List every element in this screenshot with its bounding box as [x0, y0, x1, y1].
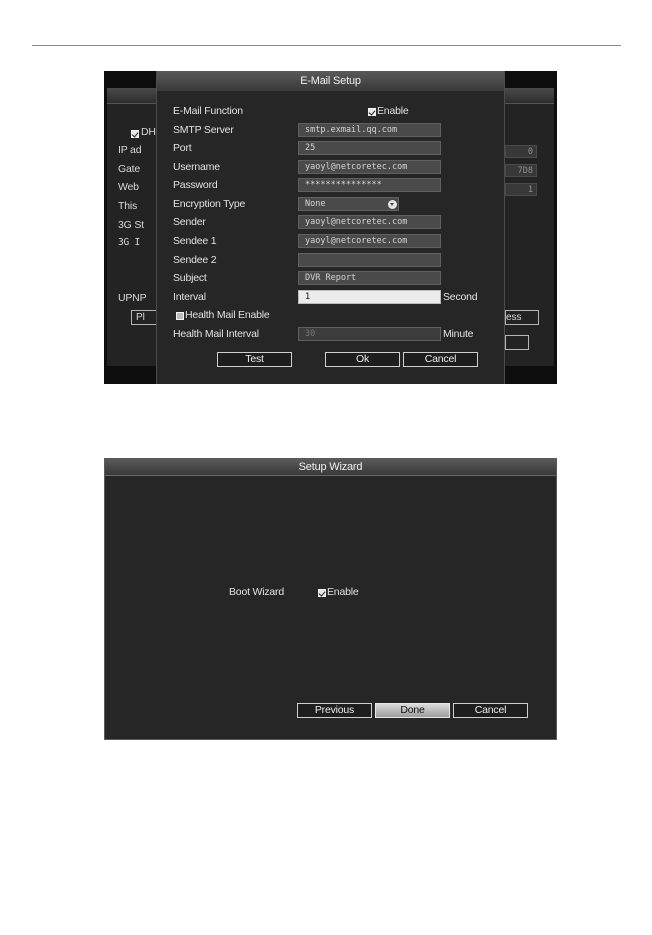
subject-label: Subject [173, 272, 207, 284]
ip-address-field[interactable]: 0 [505, 145, 537, 158]
upnp-label: UPNP [118, 292, 147, 304]
interval-unit: Second [443, 291, 478, 303]
health-mail-enable-label: Health Mail Enable [185, 309, 270, 321]
encryption-type-value: None [305, 199, 326, 209]
email-function-enable-label: Enable [377, 105, 409, 117]
subject-input[interactable]: DVR Report [298, 271, 441, 285]
wizard-cancel-button[interactable]: Cancel [453, 703, 528, 718]
interval-input[interactable]: 1 [298, 290, 441, 304]
web-port-field[interactable]: 1 [505, 183, 537, 196]
page-header-rule [32, 45, 621, 46]
encryption-type-label: Encryption Type [173, 198, 246, 210]
health-mail-interval-input[interactable]: 30 [298, 327, 441, 341]
email-setup-title: E-Mail Setup [157, 71, 504, 91]
gateway-label: Gate [118, 163, 140, 175]
boot-wizard-enable-label: Enable [327, 586, 359, 598]
sendee-2-label: Sendee 2 [173, 254, 217, 266]
3g-ip-label: 3G I [118, 237, 141, 248]
setup-wizard-title: Setup Wizard [105, 459, 556, 476]
port-input[interactable]: 25 [298, 141, 441, 155]
address-button-label: ess [506, 312, 522, 323]
web-port-label: Web [118, 181, 139, 193]
boot-wizard-checkbox[interactable] [318, 589, 326, 597]
password-label: Password [173, 179, 218, 191]
setup-wizard-window: Setup Wizard Boot Wizard Enable Previous… [104, 458, 557, 740]
3g-status-label: 3G St [118, 219, 144, 231]
health-mail-interval-label: Health Mail Interval [173, 328, 259, 340]
email-function-label: E-Mail Function [173, 105, 243, 117]
sendee-2-input[interactable] [298, 253, 441, 267]
email-setup-dialog: E-Mail Setup E-Mail Function Enable SMTP… [156, 71, 505, 384]
username-input[interactable]: yaoyl@netcoretec.com [298, 160, 441, 174]
email-function-checkbox[interactable] [368, 108, 376, 116]
network-window-button[interactable] [505, 335, 529, 350]
interval-label: Interval [173, 291, 206, 303]
smtp-server-label: SMTP Server [173, 124, 234, 136]
health-mail-enable-checkbox[interactable] [176, 312, 184, 320]
dhcp-label: DH [141, 126, 156, 138]
sendee-1-label: Sendee 1 [173, 235, 217, 247]
chevron-down-icon[interactable] [388, 200, 397, 209]
sender-label: Sender [173, 216, 206, 228]
cancel-button[interactable]: Cancel [403, 352, 478, 367]
boot-wizard-label: Boot Wizard [229, 586, 284, 598]
port-label: Port [173, 142, 192, 154]
upnp-left-button-label: Pl [136, 312, 145, 323]
health-mail-interval-unit: Minute [443, 328, 474, 340]
smtp-server-input[interactable]: smtp.exmail.qq.com [298, 123, 441, 137]
done-button[interactable]: Done [375, 703, 450, 718]
sender-input[interactable]: yaoyl@netcoretec.com [298, 215, 441, 229]
encryption-type-select[interactable]: None [298, 197, 399, 211]
ip-address-label: IP ad [118, 144, 142, 156]
ok-button[interactable]: Ok [325, 352, 400, 367]
username-label: Username [173, 161, 220, 173]
test-button[interactable]: Test [217, 352, 292, 367]
dhcp-checkbox[interactable] [131, 130, 139, 138]
gateway-field[interactable]: 7D8 [505, 164, 537, 177]
address-button[interactable]: ess [505, 310, 539, 325]
password-input[interactable]: *************** [298, 178, 441, 192]
previous-button[interactable]: Previous [297, 703, 372, 718]
sendee-1-input[interactable]: yaoyl@netcoretec.com [298, 234, 441, 248]
this-device-label: This [118, 200, 138, 212]
email-setup-screenshot: DH IP ad Gate Web This 3G St 3G I UPNP P… [104, 71, 557, 384]
